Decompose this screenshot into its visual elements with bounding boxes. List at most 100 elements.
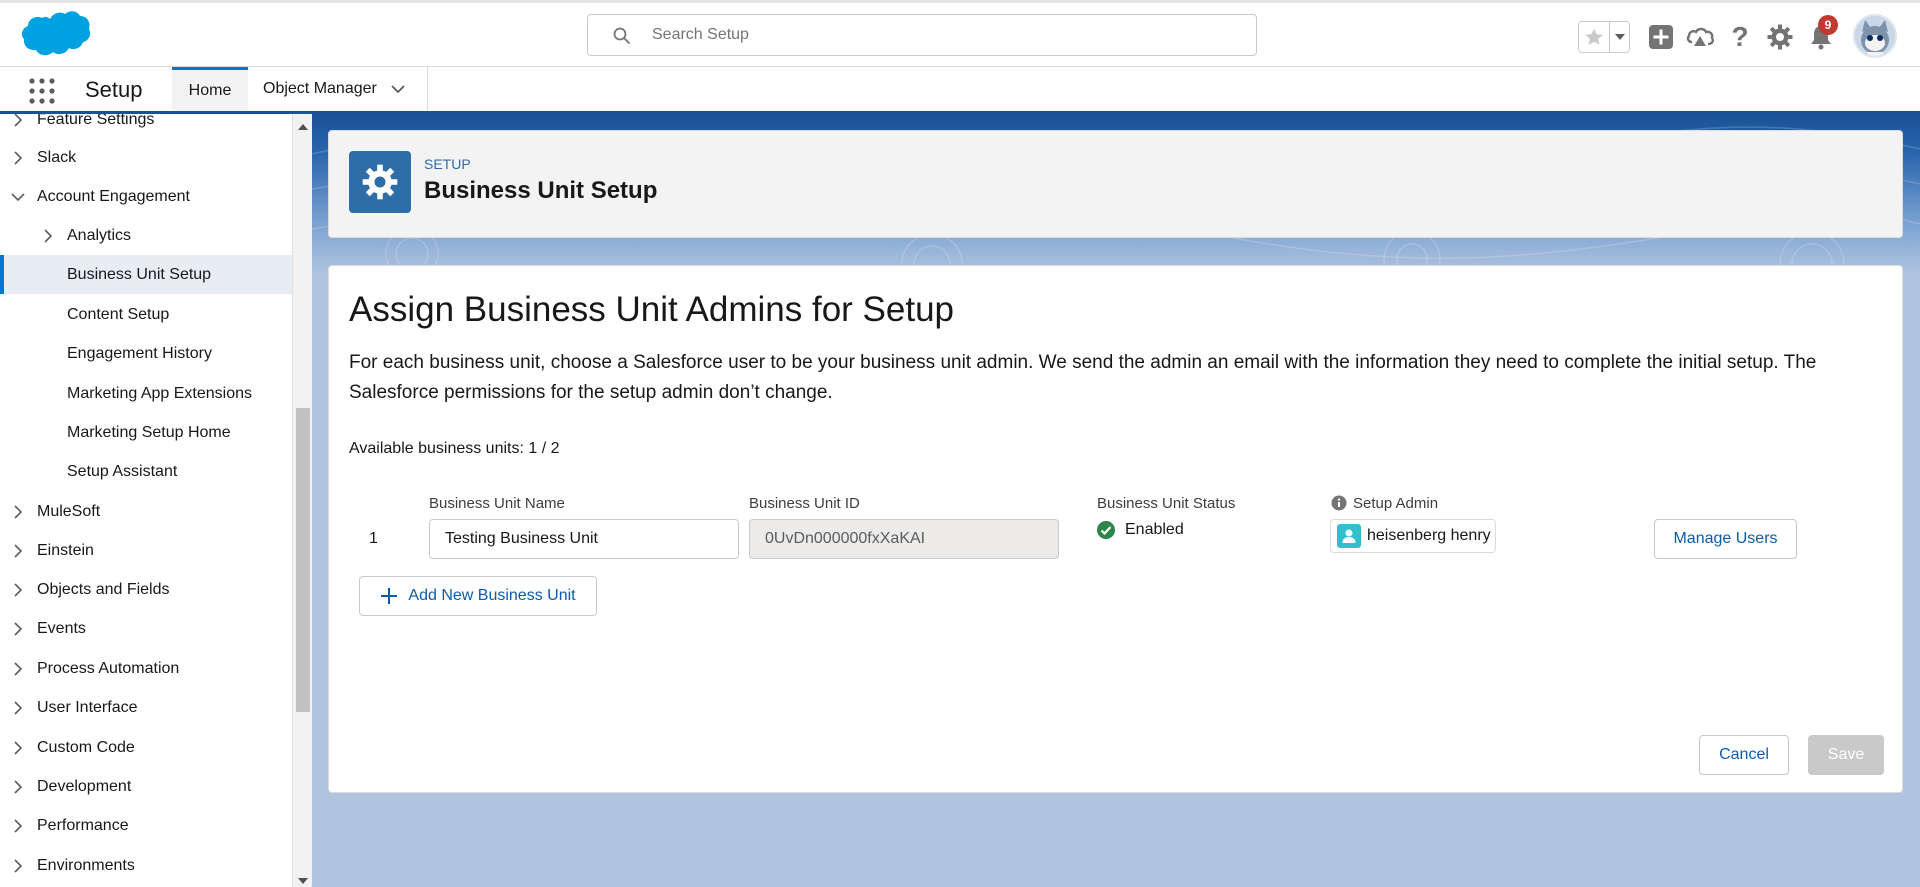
- tree-item-custom-code[interactable]: Custom Code: [0, 728, 292, 767]
- tree-item-content-setup[interactable]: Content Setup: [0, 295, 292, 334]
- tree-item-label: Events: [37, 619, 86, 637]
- available-business-units: Available business units: 1 / 2: [349, 440, 560, 457]
- app-name: Setup: [85, 77, 143, 102]
- tree-item-marketing-app-extensions[interactable]: Marketing App Extensions: [0, 374, 292, 413]
- tree-item-performance[interactable]: Performance: [0, 806, 292, 845]
- save-label: Save: [1827, 746, 1865, 763]
- cancel-button[interactable]: Cancel: [1699, 735, 1789, 775]
- main-content: SETUP Business Unit Setup Assign Busines…: [312, 114, 1920, 887]
- help-icon: ?: [1731, 21, 1749, 52]
- tree-item-label: Marketing App Extensions: [67, 384, 252, 402]
- tree-item-einstein[interactable]: Einstein: [0, 531, 292, 570]
- info-icon[interactable]: [1331, 495, 1347, 511]
- card-heading: Assign Business Unit Admins for Setup: [349, 290, 955, 329]
- setup-admin-pill[interactable]: heisenberg henry: [1330, 519, 1496, 553]
- tree-item-label: Business Unit Setup: [67, 265, 212, 283]
- tree-item-business-unit-setup[interactable]: Business Unit Setup: [0, 255, 292, 294]
- tree-item-feature-settings[interactable]: Feature Settings: [0, 114, 292, 139]
- business-unit-name-input[interactable]: [429, 519, 739, 559]
- manage-users-button[interactable]: Manage Users: [1654, 519, 1797, 559]
- row-number: 1: [369, 530, 378, 547]
- scroll-up-arrow-icon[interactable]: [297, 122, 309, 132]
- chevron-down-icon[interactable]: [391, 84, 405, 94]
- tree-item-label: Engagement History: [67, 344, 212, 362]
- save-button[interactable]: Save: [1808, 735, 1884, 775]
- tree-item-slack[interactable]: Slack: [0, 138, 292, 177]
- add-new-business-unit-label: Add New Business Unit: [408, 587, 576, 604]
- setup-gear-button[interactable]: [1764, 21, 1796, 53]
- tree-item-environments[interactable]: Environments: [0, 846, 292, 885]
- tree-item-label: Performance: [37, 816, 129, 834]
- scroll-down-arrow-icon[interactable]: [297, 876, 309, 886]
- chevron-right-icon[interactable]: [11, 504, 25, 519]
- add-icon: [1649, 25, 1673, 49]
- tree-item-process-automation[interactable]: Process Automation: [0, 649, 292, 688]
- tree-item-label: Analytics: [67, 226, 132, 244]
- tree-item-objects-and-fields[interactable]: Objects and Fields: [0, 570, 292, 609]
- gear-icon: [362, 164, 398, 200]
- tree-item-user-interface[interactable]: User Interface: [0, 688, 292, 727]
- plus-icon: [381, 588, 398, 604]
- notification-count-badge: 9: [1818, 15, 1838, 35]
- column-header-status: Business Unit Status: [1097, 495, 1236, 512]
- help-button[interactable]: ?: [1724, 21, 1756, 53]
- tree-item-events[interactable]: Events: [0, 609, 292, 648]
- favorites-button[interactable]: [1579, 22, 1609, 52]
- chevron-right-icon[interactable]: [11, 543, 25, 558]
- page-header-eyebrow: SETUP: [424, 156, 471, 172]
- tree-item-label: Account Engagement: [37, 187, 190, 205]
- tree-item-mulesoft[interactable]: MuleSoft: [0, 492, 292, 531]
- avatar[interactable]: [1853, 14, 1897, 58]
- tree-item-label: Development: [37, 777, 132, 795]
- global-header: ? 9: [0, 0, 1920, 67]
- tree-item-label: Custom Code: [37, 738, 135, 756]
- tree-item-marketing-setup-home[interactable]: Marketing Setup Home: [0, 413, 292, 452]
- chevron-right-icon[interactable]: [11, 150, 25, 165]
- chevron-right-icon[interactable]: [11, 621, 25, 636]
- tree-item-setup-assistant[interactable]: Setup Assistant: [0, 452, 292, 491]
- chevron-right-icon[interactable]: [11, 858, 25, 873]
- chevron-down-icon[interactable]: [11, 190, 25, 204]
- chevron-right-icon[interactable]: [11, 114, 25, 127]
- manage-users-label: Manage Users: [1673, 530, 1778, 547]
- chevron-right-icon[interactable]: [11, 661, 25, 676]
- tab-object-manager[interactable]: Object Manager: [248, 67, 428, 111]
- tree-item-account-engagement[interactable]: Account Engagement: [0, 177, 292, 216]
- favorites-list-button[interactable]: [1609, 22, 1629, 52]
- chevron-right-icon[interactable]: [11, 779, 25, 794]
- chevron-right-icon[interactable]: [11, 818, 25, 833]
- chevron-right-icon[interactable]: [11, 582, 25, 597]
- page-header: SETUP Business Unit Setup: [328, 130, 1903, 238]
- chevron-down-icon: [1614, 34, 1625, 40]
- tree-item-engagement-history[interactable]: Engagement History: [0, 334, 292, 373]
- tree-item-analytics[interactable]: Analytics: [0, 216, 292, 255]
- business-unit-status: Enabled: [1097, 521, 1184, 539]
- chevron-right-icon[interactable]: [11, 740, 25, 755]
- tab-home[interactable]: Home: [172, 67, 248, 111]
- success-check-icon: [1097, 521, 1115, 539]
- star-icon: [1585, 28, 1603, 45]
- favorites-group: [1578, 21, 1630, 53]
- search-box[interactable]: [587, 14, 1257, 56]
- search-icon: [613, 27, 630, 44]
- add-new-business-unit-button[interactable]: Add New Business Unit: [359, 576, 597, 616]
- chevron-right-icon[interactable]: [41, 228, 55, 243]
- column-header-id: Business Unit ID: [749, 495, 860, 512]
- cancel-label: Cancel: [1719, 746, 1769, 763]
- business-unit-card: Assign Business Unit Admins for Setup Fo…: [328, 265, 1903, 793]
- app-launcher-icon[interactable]: [28, 77, 56, 105]
- salesforce-cloud-logo[interactable]: [20, 9, 92, 61]
- column-header-name: Business Unit Name: [429, 495, 565, 512]
- gear-icon: [1767, 24, 1793, 50]
- global-actions-button[interactable]: [1645, 21, 1677, 53]
- astro-avatar-icon: [1855, 16, 1895, 56]
- sidebar-scrollbar[interactable]: [292, 114, 312, 887]
- tree-item-development[interactable]: Development: [0, 767, 292, 806]
- tree-item-label: Objects and Fields: [37, 580, 170, 598]
- scrollbar-thumb[interactable]: [296, 408, 310, 712]
- chevron-right-icon[interactable]: [11, 700, 25, 715]
- search-input[interactable]: [652, 23, 1232, 47]
- business-unit-id-field: [749, 519, 1059, 559]
- tree-item-label: Content Setup: [67, 305, 170, 323]
- trailhead-button[interactable]: [1684, 21, 1716, 53]
